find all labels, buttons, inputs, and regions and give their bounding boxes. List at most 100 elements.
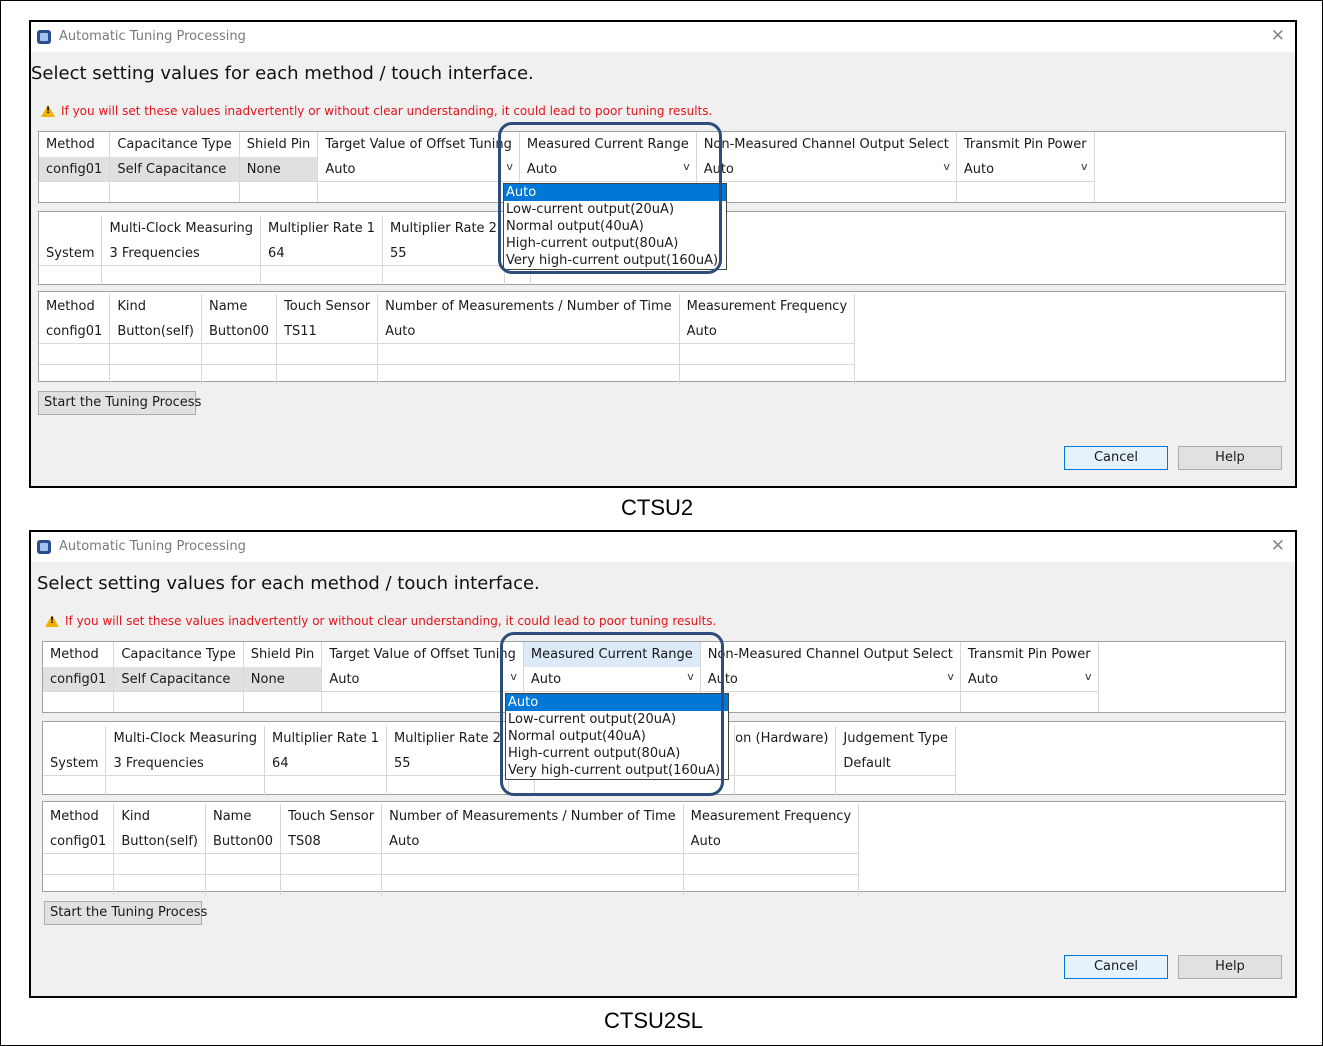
measurement-frequency-cell[interactable]: Auto	[679, 319, 856, 344]
column-header: Judgement Type	[835, 726, 956, 751]
shield-pin-cell[interactable]: None	[243, 667, 323, 692]
combo-value: Auto	[967, 671, 999, 687]
name-cell[interactable]: Button00	[201, 319, 278, 344]
multi-clock-cell[interactable]: 3 Frequencies	[105, 751, 266, 776]
chevron-down-icon: v	[943, 160, 950, 173]
multiplier-rate-2-cell[interactable]: 55	[382, 241, 505, 266]
method-cell[interactable]: config01	[39, 319, 111, 344]
touch-sensor-cell[interactable]: TS08	[280, 829, 383, 854]
empty-cell	[39, 265, 103, 286]
warning-icon: !	[45, 615, 59, 627]
empty-cell	[113, 691, 244, 712]
highlight-callout	[500, 632, 724, 796]
multiplier-rate-1-cell[interactable]: 64	[264, 751, 387, 776]
warning-message: ! If you will set these values inadverten…	[41, 104, 712, 118]
empty-cell	[205, 853, 282, 875]
column-header: Kind	[109, 294, 202, 319]
multi-clock-cell[interactable]: 3 Frequencies	[101, 241, 262, 266]
empty-cell	[264, 775, 387, 796]
figure-caption: CTSU2SL	[604, 1008, 704, 1033]
column-header: Touch Sensor	[280, 804, 383, 829]
kind-cell[interactable]: Button(self)	[109, 319, 202, 344]
column-header: Capacitance Type	[113, 642, 244, 667]
column-header: Shield Pin	[243, 642, 323, 667]
cancel-button[interactable]: Cancel	[1064, 955, 1168, 979]
cancel-button[interactable]: Cancel	[1064, 446, 1168, 470]
name-cell[interactable]: Button00	[205, 829, 282, 854]
title-bar: Automatic Tuning Processing ✕	[31, 22, 1295, 52]
offset-tuning-select[interactable]: Auto v	[317, 157, 520, 182]
column-header: Multiplier Rate 2	[386, 726, 509, 751]
tuning-dialog-ctsu2sl: Automatic Tuning Processing ✕ Select set…	[29, 530, 1297, 998]
touch-interface-table: Method Kind Name Touch Sensor Number of …	[38, 291, 1286, 385]
shield-pin-cell[interactable]: None	[239, 157, 319, 182]
column-header: Non-Measured Channel Output Select	[700, 642, 961, 667]
multiplier-rate-1-cell[interactable]: 64	[260, 241, 383, 266]
hardware-cell[interactable]	[734, 751, 837, 776]
empty-cell	[113, 874, 206, 895]
window-title: Automatic Tuning Processing	[59, 539, 246, 554]
combo-value: Auto	[329, 671, 360, 687]
measurement-frequency-cell[interactable]: Auto	[683, 829, 860, 854]
measurement-count-cell[interactable]: Auto	[377, 319, 680, 344]
chevron-down-icon: v	[1085, 670, 1092, 683]
empty-cell	[381, 874, 684, 895]
start-tuning-button[interactable]: Start the Tuning Process	[44, 901, 207, 925]
capacitance-type-cell[interactable]: Self Capacitance	[113, 667, 244, 692]
empty-cell	[696, 181, 957, 202]
transmit-power-select[interactable]: Auto v	[960, 667, 1099, 692]
column-header: Multiplier Rate 1	[260, 216, 383, 241]
empty-cell	[382, 265, 505, 286]
empty-cell	[377, 343, 680, 365]
empty-cell	[105, 775, 266, 796]
column-header: Multiplier Rate 1	[264, 726, 387, 751]
multiplier-rate-2-cell[interactable]: 55	[386, 751, 509, 776]
judgement-type-cell[interactable]: Default	[835, 751, 956, 776]
empty-cell	[109, 364, 202, 385]
help-button[interactable]: Help	[1178, 446, 1282, 470]
dialog-heading: Select setting values for each method / …	[31, 63, 534, 84]
method-cell[interactable]: config01	[43, 667, 115, 692]
chevron-down-icon: v	[947, 670, 954, 683]
empty-cell	[321, 691, 524, 712]
empty-cell	[201, 343, 278, 365]
warning-text: If you will set these values inadvertent…	[61, 104, 713, 118]
close-icon[interactable]: ✕	[1271, 536, 1285, 556]
empty-cell	[679, 364, 856, 385]
offset-tuning-select[interactable]: Auto v	[321, 667, 524, 692]
transmit-power-select[interactable]: Auto v	[956, 157, 1095, 182]
output-select[interactable]: Auto v	[696, 157, 957, 182]
tuning-dialog-ctsu2: Automatic Tuning Processing ✕ Select set…	[29, 20, 1297, 488]
empty-cell	[43, 874, 115, 895]
empty-cell	[381, 853, 684, 875]
help-button[interactable]: Help	[1178, 955, 1282, 979]
column-header: on (Hardware)	[734, 726, 837, 751]
measurement-count-cell[interactable]: Auto	[381, 829, 684, 854]
warning-icon: !	[41, 105, 55, 117]
touch-interface-table: Method Kind Name Touch Sensor Number of …	[42, 801, 1286, 895]
start-tuning-button[interactable]: Start the Tuning Process	[38, 391, 201, 415]
close-icon[interactable]: ✕	[1271, 26, 1285, 46]
empty-cell	[39, 343, 111, 365]
empty-cell	[835, 775, 956, 796]
empty-cell	[43, 853, 115, 875]
method-cell[interactable]: config01	[43, 829, 115, 854]
empty-cell	[377, 364, 680, 385]
method-cell[interactable]: config01	[39, 157, 111, 182]
title-bar: Automatic Tuning Processing ✕	[31, 532, 1295, 562]
empty-cell	[101, 265, 262, 286]
capacitance-type-cell[interactable]: Self Capacitance	[109, 157, 240, 182]
empty-cell	[280, 874, 383, 895]
combo-value: Auto	[963, 161, 995, 177]
column-header: Touch Sensor	[276, 294, 379, 319]
chevron-down-icon: v	[1081, 160, 1088, 173]
empty-cell	[956, 181, 1095, 202]
output-select[interactable]: Auto v	[700, 667, 961, 692]
touch-sensor-cell[interactable]: TS11	[276, 319, 379, 344]
empty-cell	[109, 343, 202, 365]
empty-cell	[317, 181, 520, 202]
empty-cell	[109, 181, 240, 202]
column-header: Name	[205, 804, 282, 829]
kind-cell[interactable]: Button(self)	[113, 829, 206, 854]
column-header	[43, 726, 107, 751]
